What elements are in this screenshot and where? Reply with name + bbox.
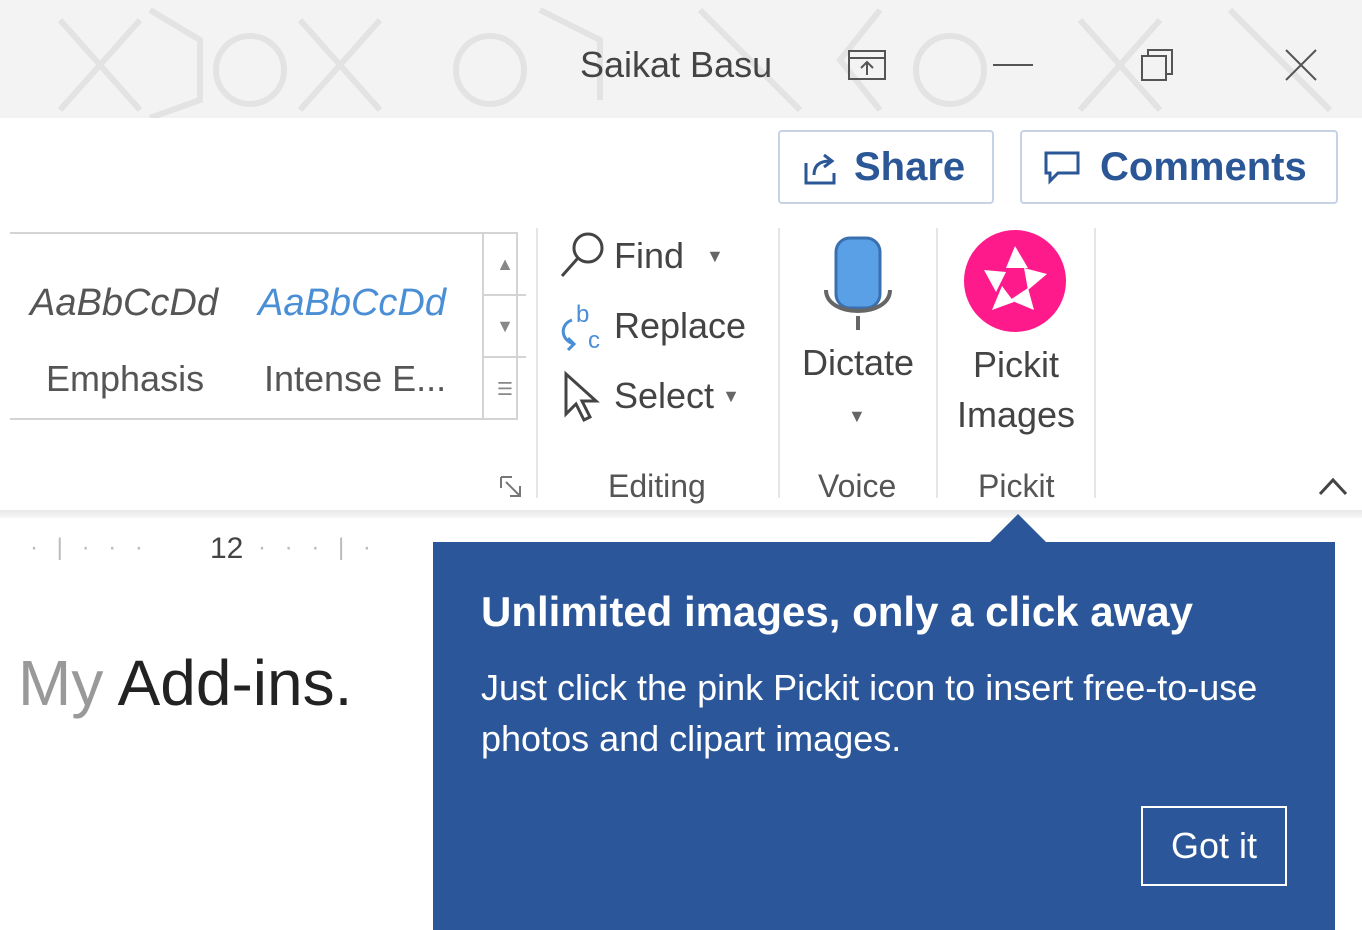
- chevron-down-icon: ▼: [722, 385, 740, 406]
- ribbon-display-options-icon[interactable]: [844, 42, 890, 88]
- ribbon-separator: [936, 228, 938, 498]
- pickit-label-line1: Pickit: [972, 344, 1059, 385]
- pickit-label-line2: Images: [956, 394, 1076, 435]
- pickit-teaching-callout: Unlimited images, only a click away Just…: [433, 542, 1335, 930]
- document-faded-text: My: [18, 647, 104, 719]
- ruler-ticks: · | · · ·: [30, 534, 149, 561]
- style-sample-intense: AaBbCcDd: [258, 282, 446, 324]
- share-button[interactable]: Share: [778, 130, 994, 204]
- dictate-label: Dictate: [801, 342, 915, 383]
- svg-text:c: c: [588, 327, 600, 352]
- gallery-scroll-up[interactable]: ▲: [482, 234, 526, 296]
- chevron-up-icon: [1318, 477, 1348, 496]
- svg-text:b: b: [576, 301, 589, 328]
- dialog-launcher-icon: [500, 476, 521, 497]
- pickit-group-label: Pickit: [978, 468, 1055, 504]
- ribbon-bottom-border: [0, 510, 1362, 518]
- replace-label: Replace: [614, 305, 747, 346]
- more-icon: ☰: [496, 378, 514, 399]
- voice-group-label: Voice: [818, 468, 897, 504]
- share-label: Share: [854, 144, 966, 189]
- callout-body: Just click the pink Pickit icon to inser…: [481, 667, 1258, 759]
- find-label: Find: [614, 235, 685, 276]
- chevron-down-icon: ▼: [496, 315, 514, 336]
- document-text: Add-ins.: [103, 647, 353, 719]
- chevron-up-icon: ▲: [496, 253, 514, 274]
- select-button[interactable]: Select ▼: [556, 370, 740, 422]
- chevron-down-icon: ▼: [706, 245, 724, 266]
- cursor-arrow-icon: [564, 370, 600, 422]
- gallery-scroll-down[interactable]: ▼: [482, 296, 526, 358]
- gallery-more[interactable]: ☰: [482, 358, 526, 420]
- select-label: Select: [614, 375, 715, 416]
- styles-dialog-launcher[interactable]: [498, 474, 524, 500]
- callout-pointer: [990, 514, 1046, 542]
- style-name-intense: Intense E...: [264, 358, 447, 399]
- replace-icon: b c: [561, 301, 600, 352]
- callout-title: Unlimited images, only a click away: [481, 588, 1193, 635]
- ribbon-separator: [1094, 228, 1096, 498]
- close-icon[interactable]: [1278, 42, 1324, 88]
- pickit-logo-icon: [964, 230, 1066, 332]
- ribbon-separator: [536, 228, 538, 498]
- editing-group-label: Editing: [608, 468, 706, 504]
- title-bar: Saikat Basu: [0, 0, 1362, 118]
- find-button[interactable]: Find ▼: [556, 230, 724, 282]
- comments-label: Comments: [1100, 144, 1307, 189]
- collapse-ribbon-button[interactable]: [1316, 472, 1350, 500]
- document-body-text[interactable]: My Add-ins.: [18, 646, 352, 720]
- got-it-button[interactable]: Got it: [1141, 806, 1287, 886]
- style-name-emphasis: Emphasis: [46, 358, 205, 399]
- ruler-ticks: · · · | ·: [258, 534, 377, 561]
- minimize-icon[interactable]: [990, 42, 1036, 88]
- comment-icon: [1044, 151, 1080, 185]
- styles-gallery: AaBbCcDd Emphasis AaBbCcDd Intense E... …: [10, 232, 526, 420]
- ruler-mark: 12: [210, 532, 244, 565]
- ribbon-separator: [778, 228, 780, 498]
- style-sample-emphasis: AaBbCcDd: [30, 282, 218, 324]
- dictate-button[interactable]: Dictate ▼: [790, 230, 926, 440]
- user-name[interactable]: Saikat Basu: [580, 44, 772, 86]
- share-icon: [804, 153, 836, 185]
- restore-icon[interactable]: [1134, 42, 1180, 88]
- comments-button[interactable]: Comments: [1020, 130, 1338, 204]
- microphone-icon: [824, 236, 892, 330]
- chevron-down-icon: ▼: [848, 406, 866, 426]
- search-icon: [560, 232, 604, 277]
- replace-button[interactable]: b c Replace: [556, 300, 746, 352]
- pickit-images-button[interactable]: Pickit Images: [946, 228, 1086, 448]
